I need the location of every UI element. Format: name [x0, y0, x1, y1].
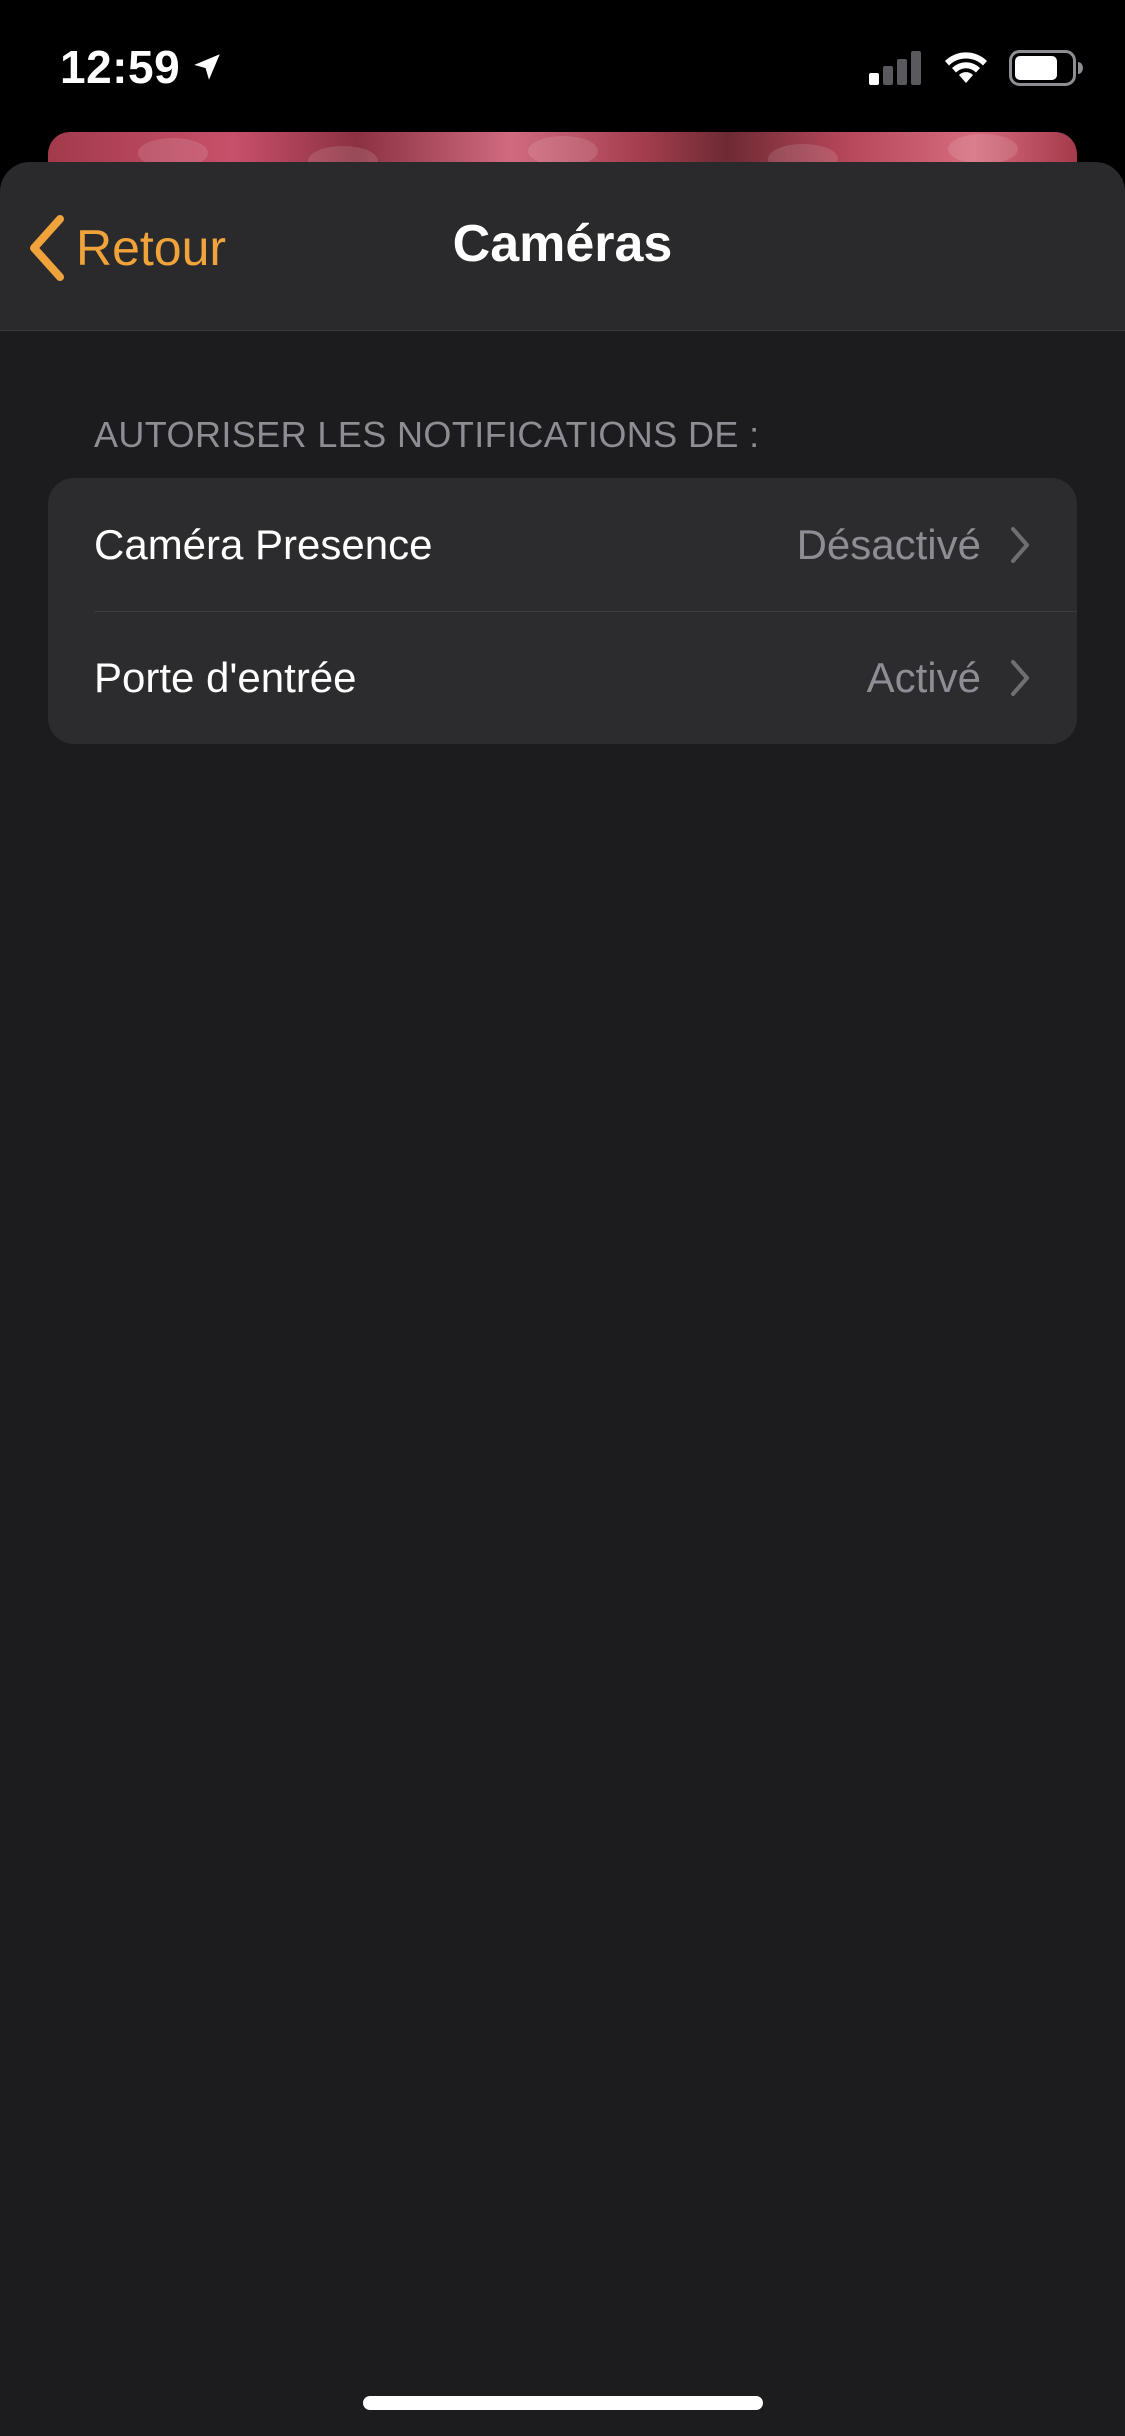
- status-time-text: 12:59: [60, 41, 181, 93]
- cellular-signal-icon: [869, 51, 921, 85]
- page-title: Caméras: [452, 215, 673, 273]
- navigation-bar: Retour Caméras: [0, 162, 1125, 331]
- row-label: Caméra Presence: [94, 520, 433, 568]
- section-header: AUTORISER LES NOTIFICATIONS DE :: [94, 414, 760, 455]
- row-label: Porte d'entrée: [94, 653, 357, 701]
- battery-icon: [1009, 50, 1083, 86]
- cameras-sheet: Retour Caméras AUTORISER LES NOTIFICATIO…: [0, 162, 1125, 2436]
- list-item-camera-presence[interactable]: Caméra Presence Désactivé: [48, 478, 1077, 611]
- status-bar: 12:59: [0, 0, 1125, 132]
- chevron-right-icon: [1011, 659, 1029, 696]
- status-icons: [869, 50, 1083, 86]
- photo-detail: [948, 134, 1018, 164]
- screen: 12:59 Retour Caméras AUTORISER LES NOTIF…: [0, 0, 1125, 2436]
- list-item-porte-entree[interactable]: Porte d'entrée Activé: [48, 611, 1077, 744]
- row-value: Activé: [866, 653, 981, 701]
- notification-settings-group: Caméra Presence Désactivé Porte d'entrée…: [48, 478, 1077, 744]
- status-time: 12:59: [60, 40, 224, 94]
- location-arrow-icon: [194, 54, 220, 80]
- home-indicator[interactable]: [363, 2396, 763, 2410]
- chevron-right-icon: [1011, 526, 1029, 563]
- row-value: Désactivé: [796, 520, 981, 568]
- wifi-icon: [945, 52, 987, 83]
